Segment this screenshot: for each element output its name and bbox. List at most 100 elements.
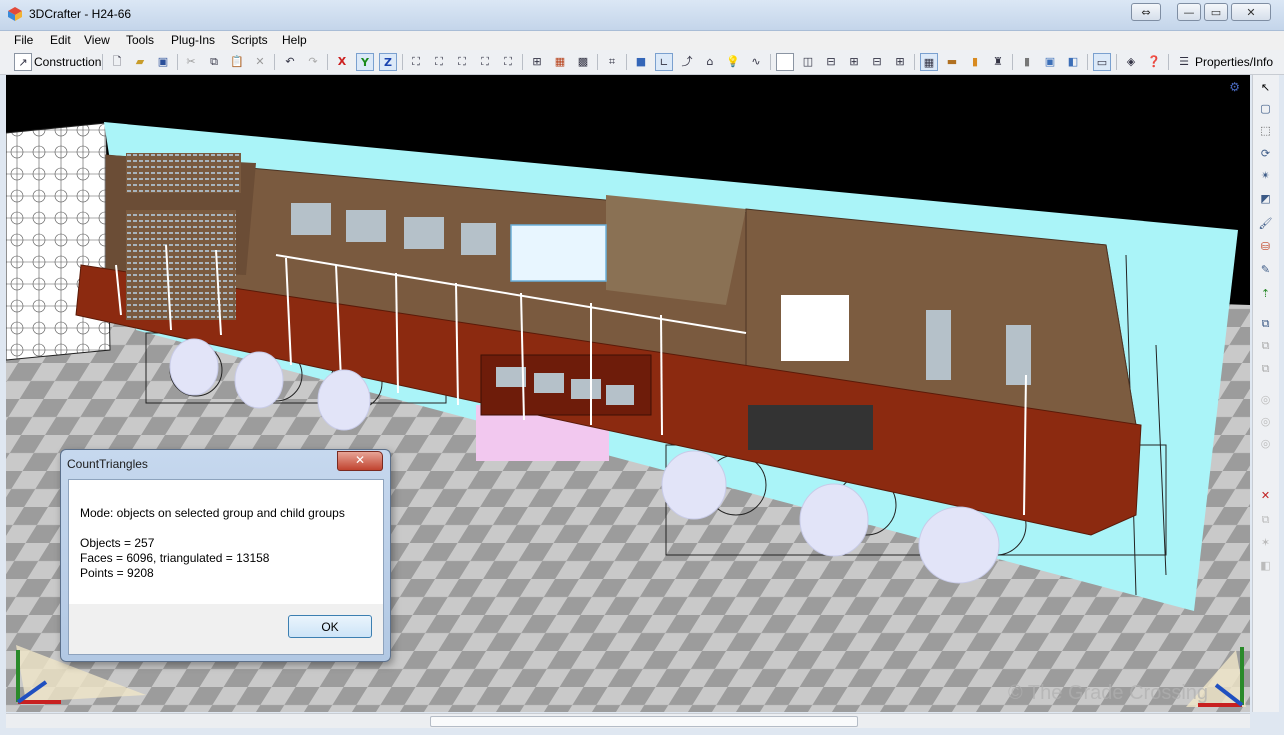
gradient-fill-icon[interactable]: ◩ <box>1257 190 1274 207</box>
disabled-tool-6-icon[interactable]: ◧ <box>1257 557 1274 574</box>
menu-view[interactable]: View <box>84 33 110 47</box>
paint-bucket-icon[interactable]: ⛁ <box>1257 238 1274 255</box>
delete-vertex-icon[interactable]: ✕ <box>1257 487 1274 504</box>
scrollbar-thumb[interactable] <box>430 716 858 727</box>
disabled-tool-4-icon[interactable]: ⧉ <box>1257 511 1274 528</box>
count-triangles-dialog: CountTriangles ✕ Mode: objects on select… <box>60 449 391 662</box>
group-select-icon[interactable]: ⊞ <box>528 53 546 71</box>
texture-icon[interactable]: ▦ <box>551 53 569 71</box>
link-icon[interactable]: ⧉ <box>1257 360 1274 377</box>
menu-edit[interactable]: Edit <box>50 33 71 47</box>
package-icon[interactable]: ◈ <box>1122 53 1140 71</box>
toolbar-separator <box>1168 54 1169 70</box>
two-horizontal-views-icon[interactable]: ⊟ <box>822 53 840 71</box>
snap-grid-icon[interactable]: ⌗ <box>603 53 621 71</box>
dialog-title: CountTriangles <box>67 457 148 471</box>
main-toolbar: ↗ Construction 🗋 ▰ ▣ ✂ ⧉ 📋 ✕ ↶ ↷ X Y Z ⛶… <box>0 50 1284 75</box>
dialog-close-button[interactable]: ✕ <box>337 451 383 471</box>
zoom-extents-icon[interactable]: ⛶ <box>407 53 425 71</box>
layers-icon[interactable]: ◧ <box>1064 53 1082 71</box>
magic-wand-icon[interactable]: ✴ <box>1257 167 1274 184</box>
close-window-button[interactable]: ✕ <box>1231 3 1271 21</box>
three-views-bottom-icon[interactable]: ⊟ <box>868 53 886 71</box>
menu-help[interactable]: Help <box>282 33 307 47</box>
eyedropper-icon[interactable]: ✎ <box>1257 261 1274 278</box>
properties-info-label[interactable]: Properties/Info <box>1195 55 1273 69</box>
zoom-all-icon[interactable]: ⛶ <box>453 53 471 71</box>
ok-button[interactable]: OK <box>288 615 372 638</box>
y-axis-lock-button[interactable]: Y <box>356 53 374 71</box>
toolbar-separator <box>327 54 328 70</box>
menu-tools[interactable]: Tools <box>126 33 154 47</box>
properties-icon[interactable]: ☰ <box>1175 53 1193 71</box>
three-views-icon[interactable]: ⊞ <box>891 53 909 71</box>
disabled-tool-2-icon[interactable]: ◎ <box>1257 413 1274 430</box>
select-arrow-icon[interactable]: ↖ <box>1257 79 1274 96</box>
cube-primitive-icon[interactable]: ■ <box>632 53 650 71</box>
camera-icon[interactable]: ⌂ <box>701 53 719 71</box>
restore-window-button[interactable]: ⇔ <box>1131 3 1161 21</box>
rotate-icon[interactable]: ⟳ <box>1257 145 1274 162</box>
help-circle-icon[interactable]: ❓ <box>1145 53 1163 71</box>
ungroup-icon[interactable]: ⧉ <box>1257 337 1274 354</box>
toolbar-separator <box>597 54 598 70</box>
construction-mode-label[interactable]: Construction <box>34 55 101 69</box>
move-pivot-icon[interactable]: ⇡ <box>1257 285 1274 302</box>
bend-tool-icon[interactable]: ⤴ <box>678 53 696 71</box>
toolbar-separator <box>1116 54 1117 70</box>
dialog-body: Mode: objects on selected group and chil… <box>68 479 384 655</box>
gradient-icon[interactable]: ▮ <box>1018 53 1036 71</box>
menu-plug-ins[interactable]: Plug-Ins <box>171 33 215 47</box>
four-views-icon[interactable]: ⊞ <box>845 53 863 71</box>
toolbar-separator <box>522 54 523 70</box>
horizontal-scrollbar[interactable] <box>6 713 1250 728</box>
picture-icon[interactable]: ▣ <box>1041 53 1059 71</box>
paste-icon[interactable]: 📋 <box>228 53 246 71</box>
marquee-select-icon[interactable]: ⬚ <box>1257 122 1274 139</box>
menu-file[interactable]: File <box>14 33 33 47</box>
disabled-tool-1-icon[interactable]: ◎ <box>1257 391 1274 408</box>
points-count-text: Points = 9208 <box>80 566 154 580</box>
brush-icon[interactable]: 🖌 <box>1257 215 1274 232</box>
dialog-footer: OK <box>69 604 383 654</box>
toolbar-separator <box>274 54 275 70</box>
redo-icon[interactable]: ↷ <box>304 53 322 71</box>
lamp-icon[interactable]: ♜ <box>989 53 1007 71</box>
zoom-selected-icon[interactable]: ⛶ <box>430 53 448 71</box>
undo-icon[interactable]: ↶ <box>281 53 299 71</box>
two-vertical-views-icon[interactable]: ◫ <box>799 53 817 71</box>
locomotive-icon[interactable]: ▬ <box>943 53 961 71</box>
battery-box <box>748 405 873 450</box>
group-icon[interactable]: ⧉ <box>1257 315 1274 332</box>
dynamic-brake-section <box>606 195 746 305</box>
menu-scripts[interactable]: Scripts <box>231 33 268 47</box>
zoom-window-icon[interactable]: ⛶ <box>476 53 494 71</box>
open-folder-icon[interactable]: ▰ <box>131 53 149 71</box>
checker-floor-icon[interactable]: ▦ <box>920 53 938 71</box>
figure-icon[interactable]: ▮ <box>966 53 984 71</box>
save-icon[interactable]: ▣ <box>154 53 172 71</box>
app-logo-icon <box>8 7 22 21</box>
material-icon[interactable]: ▩ <box>574 53 592 71</box>
maximize-button[interactable]: ▭ <box>1204 3 1228 21</box>
disabled-tool-5-icon[interactable]: ✶ <box>1257 534 1274 551</box>
curve-tool-icon[interactable]: ∿ <box>747 53 765 71</box>
toolbar-separator <box>102 54 103 70</box>
z-axis-lock-button[interactable]: Z <box>379 53 397 71</box>
construction-mode-icon[interactable]: ↗ <box>14 53 32 71</box>
disabled-tool-3-icon[interactable]: ◎ <box>1257 435 1274 452</box>
window-view-icon[interactable]: ▭ <box>1093 53 1111 71</box>
axis-icon[interactable]: ∟ <box>655 53 673 71</box>
new-file-icon[interactable]: 🗋 <box>108 53 126 71</box>
select-box-icon[interactable]: ▢ <box>1257 100 1274 117</box>
faces-count-text: Faces = 6096, triangulated = 13158 <box>80 551 270 565</box>
x-axis-lock-button[interactable]: X <box>333 53 351 71</box>
delete-icon[interactable]: ✕ <box>251 53 269 71</box>
single-view-icon[interactable] <box>776 53 794 71</box>
minimize-button[interactable]: — <box>1177 3 1201 21</box>
menu-bar: File Edit View Tools Plug-Ins Scripts He… <box>0 31 1284 50</box>
cut-icon[interactable]: ✂ <box>182 53 200 71</box>
light-bulb-icon[interactable]: 💡 <box>724 53 742 71</box>
copy-icon[interactable]: ⧉ <box>205 53 223 71</box>
zoom-fit-icon[interactable]: ⛶ <box>499 53 517 71</box>
